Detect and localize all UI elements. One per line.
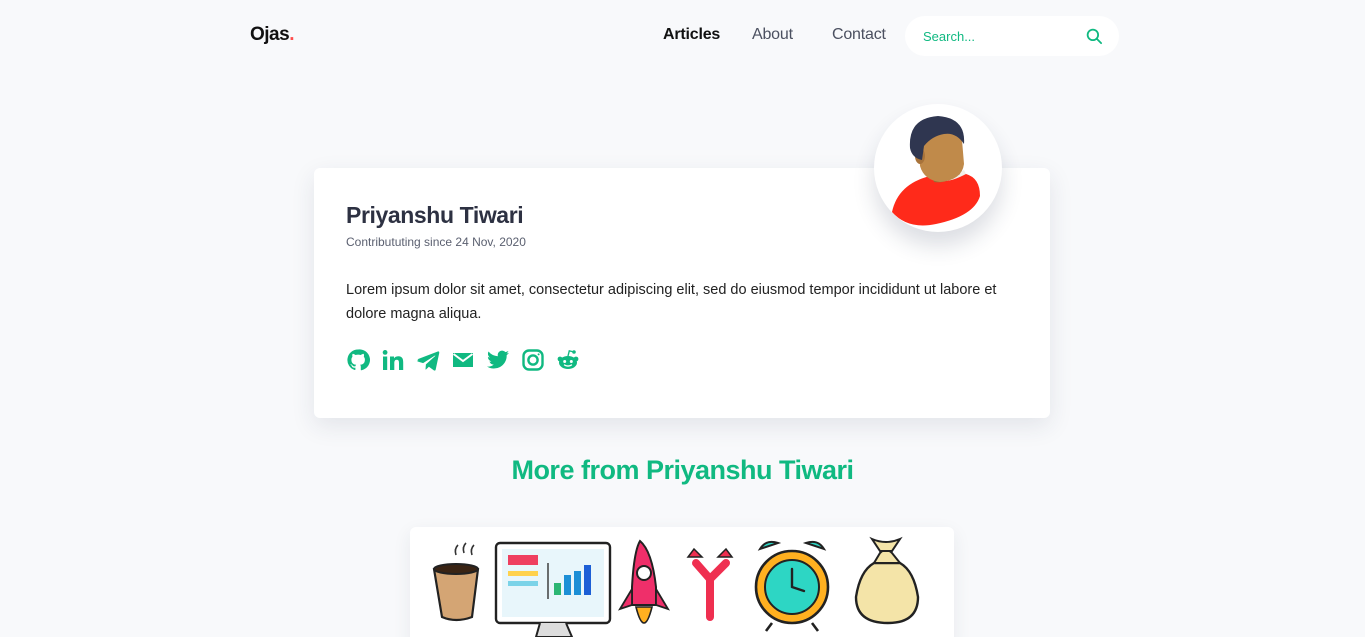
article-card[interactable] xyxy=(410,527,954,637)
instagram-icon[interactable] xyxy=(521,348,545,372)
linkedin-icon[interactable] xyxy=(381,348,405,372)
twitter-icon[interactable] xyxy=(486,348,510,372)
nav-link-about[interactable]: About xyxy=(752,26,793,44)
monitor-chart-icon xyxy=(494,541,612,637)
author-bio: Lorem ipsum dolor sit amet, consectetur … xyxy=(346,282,997,322)
logo[interactable]: Ojas. xyxy=(250,24,294,46)
telegram-icon[interactable] xyxy=(416,348,440,372)
contributing-since: Contribututing since 24 Nov, 2020 xyxy=(346,235,526,249)
money-bag-icon xyxy=(854,536,920,625)
search-icon[interactable] xyxy=(1085,27,1103,45)
social-links xyxy=(346,348,580,372)
article-cover-image xyxy=(432,536,920,637)
rocket-icon xyxy=(617,539,671,624)
author-name: Priyanshu Tiwari xyxy=(346,202,524,228)
avatar-illustration xyxy=(892,116,980,226)
mail-icon[interactable] xyxy=(451,348,475,372)
reddit-icon[interactable] xyxy=(556,348,580,372)
split-arrows-icon xyxy=(686,547,734,621)
coffee-cup-icon xyxy=(432,542,480,622)
avatar xyxy=(874,104,1002,232)
nav-link-contact[interactable]: Contact xyxy=(832,26,886,44)
logo-dot: . xyxy=(289,24,294,45)
nav-link-articles[interactable]: Articles xyxy=(663,26,720,44)
logo-text: Ojas xyxy=(250,24,290,45)
alarm-clock-icon xyxy=(754,540,830,632)
github-icon[interactable] xyxy=(346,348,370,372)
more-from-heading: More from Priyanshu Tiwari xyxy=(511,455,854,485)
search-box xyxy=(905,16,1119,56)
top-nav: Ojas. Articles About Contact xyxy=(250,16,1120,56)
search-input[interactable] xyxy=(923,26,1073,46)
